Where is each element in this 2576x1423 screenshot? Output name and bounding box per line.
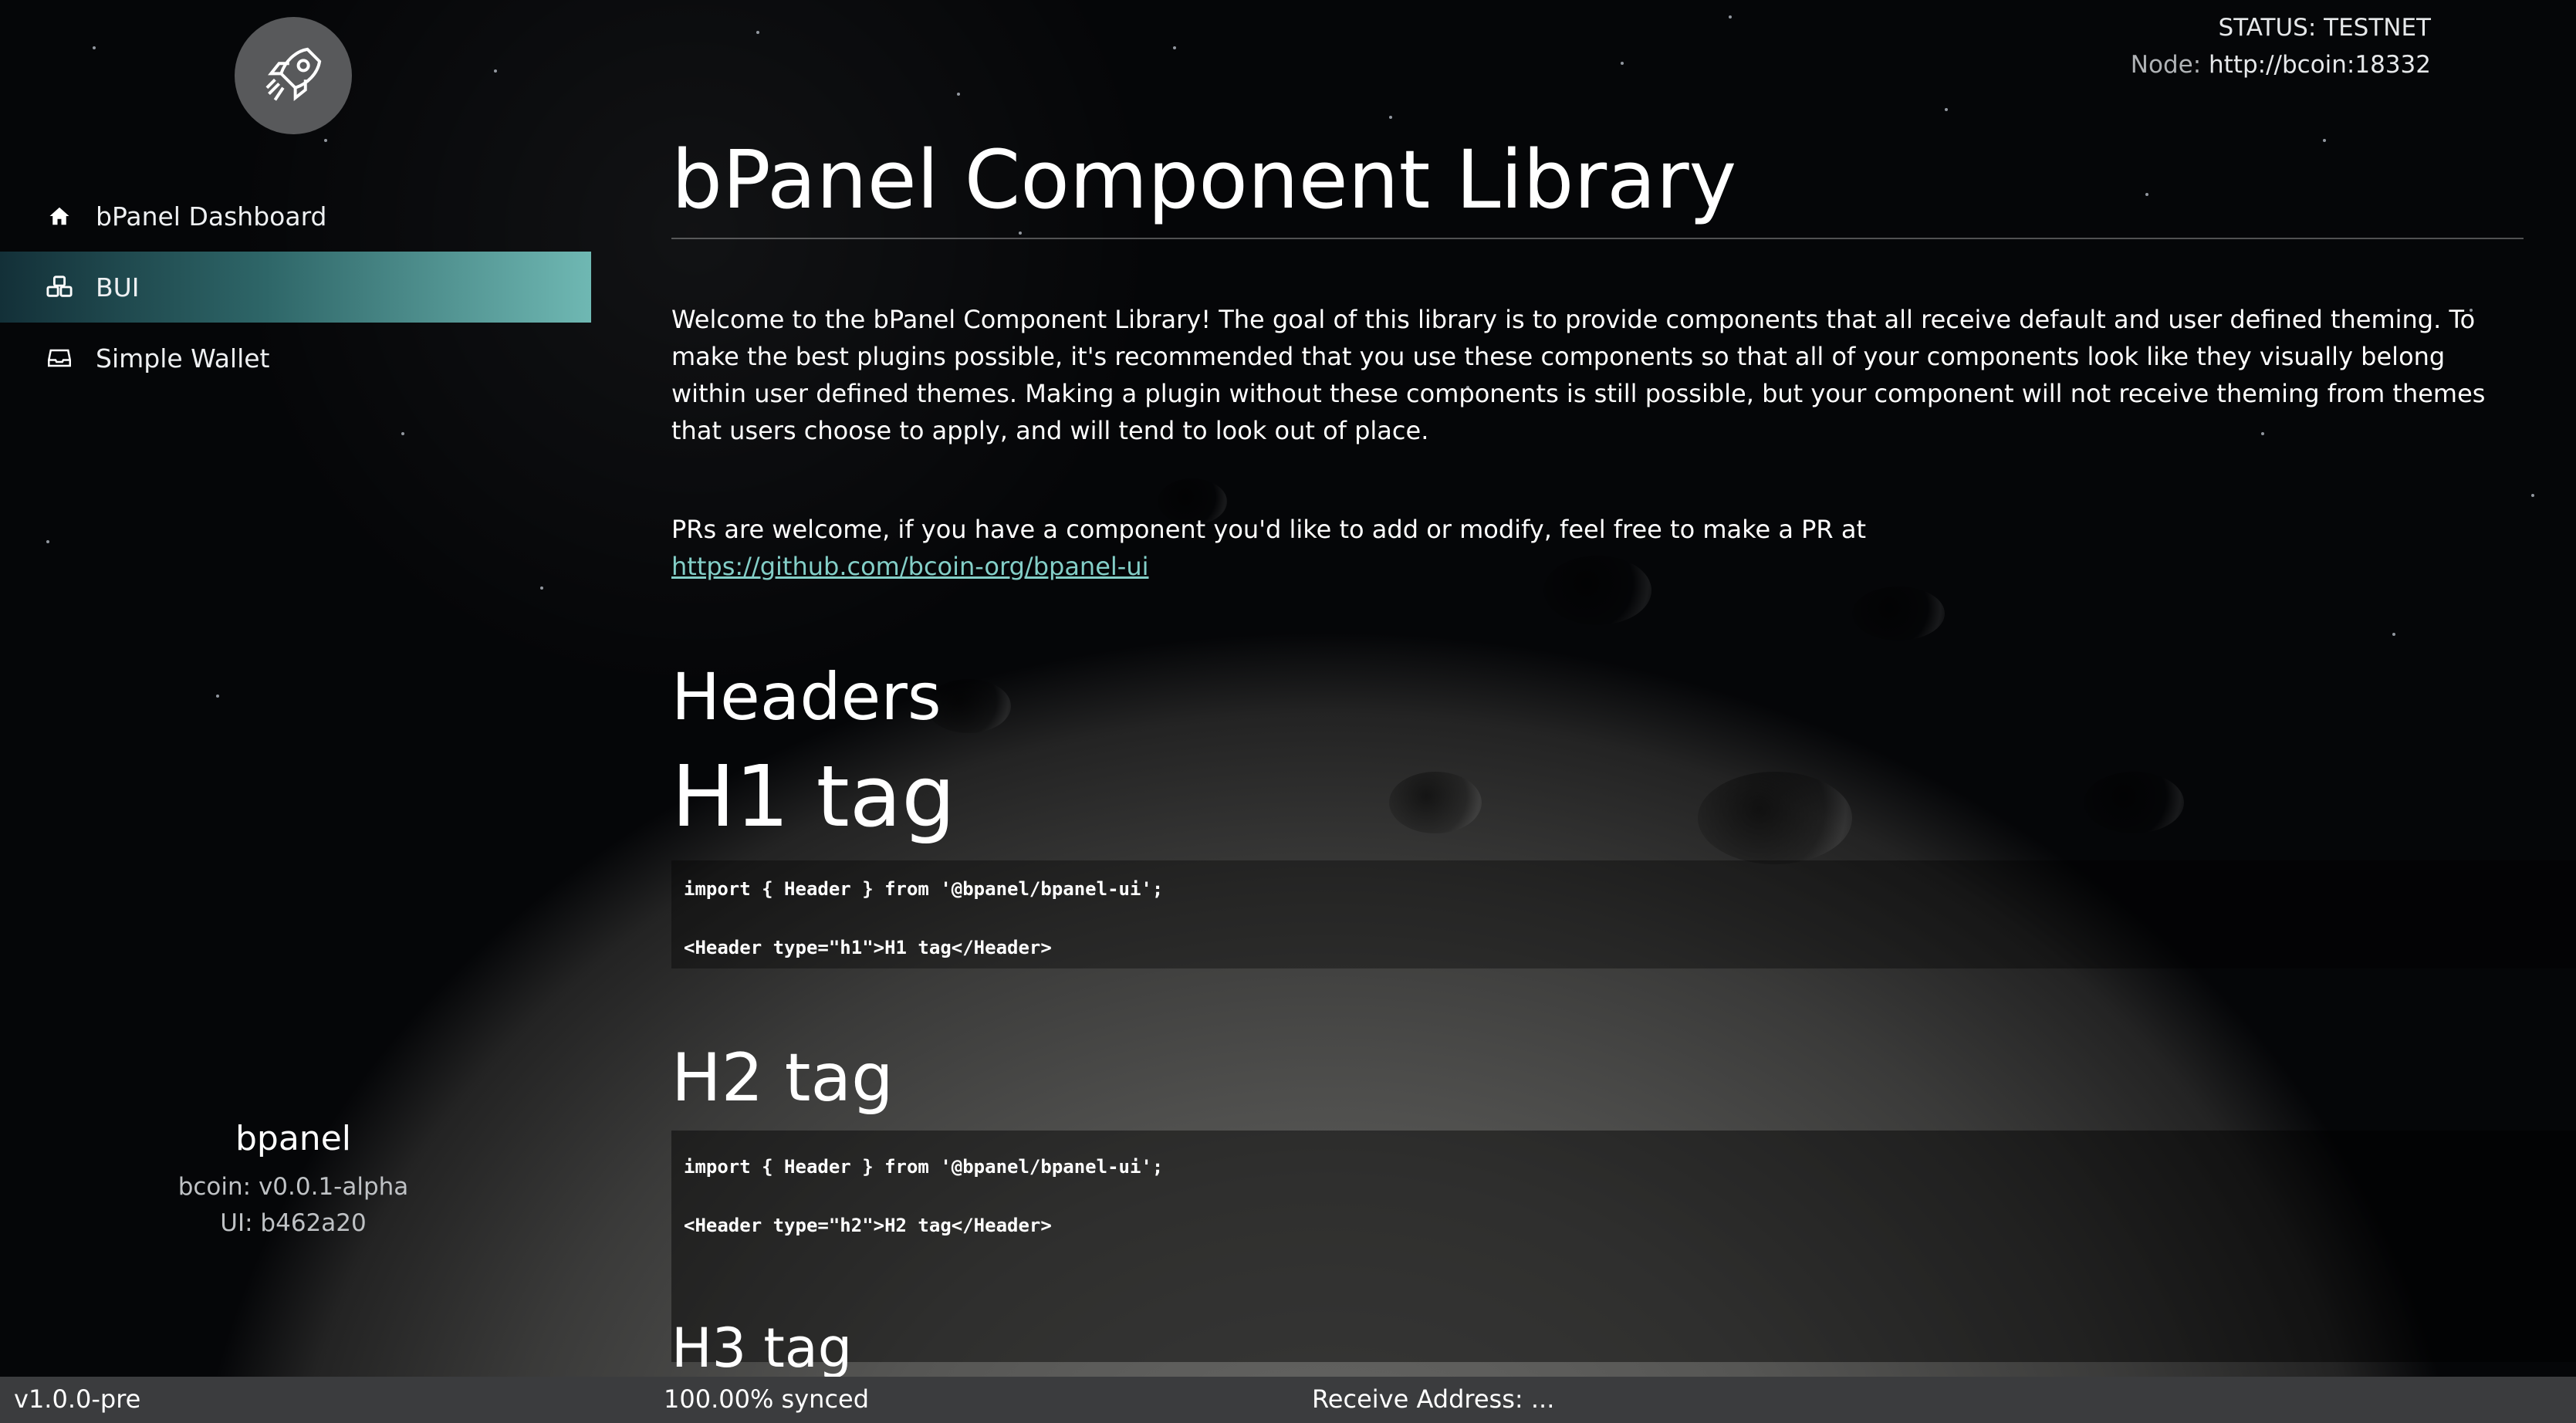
app-version: v1.0.0-pre [14,1384,141,1414]
app-info: bpanel bcoin: v0.0.1-alpha UI: b462a20 [0,1119,587,1242]
sidebar: bPanel Dashboard BUI Simple Wallet bpane… [0,0,591,1377]
cubes-icon [46,274,73,300]
github-link[interactable]: https://github.com/bcoin-org/bpanel-ui [671,552,1149,581]
code-line: <Header type="h2">H2 tag</Header> [684,1215,1052,1236]
crater [2084,772,2184,833]
section-headers-title: Headers [671,659,941,735]
sync-status: 100.00% synced [664,1384,870,1414]
sidebar-item-dashboard[interactable]: bPanel Dashboard [0,181,591,252]
sidebar-item-label: Simple Wallet [96,343,270,373]
sidebar-item-label: BUI [96,272,140,303]
crater [1698,772,1852,864]
ui-version: UI: b462a20 [220,1209,367,1237]
code-line: import { Header } from '@bpanel/bpanel-u… [684,878,1164,900]
h2-demo: H2 tag [671,1039,894,1117]
pr-text: PRs are welcome, if you have a component… [671,515,1866,544]
network-status: STATUS: TESTNET Node: http://bcoin:18332 [2131,9,2431,83]
logo[interactable] [235,17,352,134]
node-label: Node: [2130,51,2202,79]
status-bar: v1.0.0-pre 100.00% synced Receive Addres… [0,1377,2576,1423]
code-line: <Header type="h1">H1 tag</Header> [684,937,1052,958]
code-block-h2: import { Header } from '@bpanel/bpanel-u… [684,1137,1163,1255]
receive-address: Receive Address: ... [1312,1384,1555,1414]
status-text: STATUS: TESTNET [2218,14,2431,42]
code-line: import { Header } from '@bpanel/bpanel-u… [684,1156,1164,1178]
code-block-h1: import { Header } from '@bpanel/bpanel-u… [684,860,1163,977]
title-divider [671,238,2524,239]
rocket-icon [265,47,322,101]
sidebar-item-bui[interactable]: BUI [0,252,591,323]
inbox-icon [46,345,73,371]
crater [1852,586,1945,641]
home-icon [46,203,73,229]
crater [1389,772,1482,833]
page-title: bPanel Component Library [671,133,1737,227]
h1-demo: H1 tag [671,747,956,846]
intro-paragraph: Welcome to the bPanel Component Library!… [671,305,2486,445]
node-value: http://bcoin:18332 [2209,51,2431,79]
h3-demo: H3 tag [671,1317,853,1380]
sidebar-item-label: bPanel Dashboard [96,201,327,232]
node-info: Node: http://bcoin:18332 [2131,46,2431,83]
bcoin-version: bcoin: v0.0.1-alpha [177,1173,409,1201]
app-name: bpanel [235,1119,351,1158]
pr-paragraph: PRs are welcome, if you have a component… [671,511,2524,585]
sidebar-item-simple-wallet[interactable]: Simple Wallet [0,323,591,394]
